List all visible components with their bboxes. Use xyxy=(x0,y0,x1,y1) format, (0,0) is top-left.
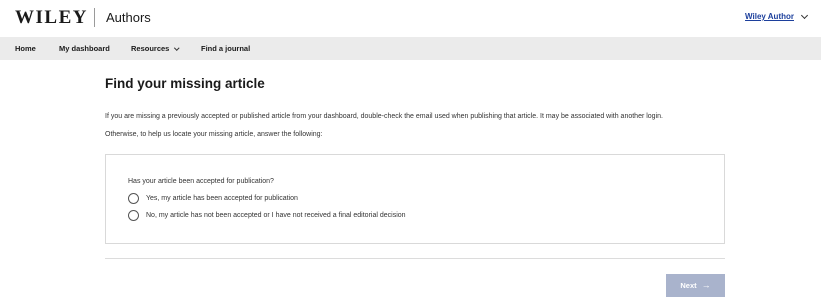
nav-item-my-dashboard[interactable]: My dashboard xyxy=(59,44,110,53)
question-label: Has your article been accepted for publi… xyxy=(128,178,274,185)
option-label[interactable]: No, my article has not been accepted or … xyxy=(146,212,406,219)
option-not-accepted[interactable]: No, my article has not been accepted or … xyxy=(128,210,406,221)
page-title: Find your missing article xyxy=(105,76,265,91)
next-button[interactable]: Next → xyxy=(666,274,725,297)
logo-divider xyxy=(94,8,95,27)
option-label[interactable]: Yes, my article has been accepted for pu… xyxy=(146,195,298,202)
user-menu[interactable]: Wiley Author xyxy=(745,11,809,21)
nav-item-resources[interactable]: Resources xyxy=(131,44,180,53)
wiley-logo[interactable]: WILEY xyxy=(15,7,88,29)
section-divider xyxy=(105,258,725,259)
nav-item-label: Home xyxy=(15,44,36,53)
chevron-down-icon xyxy=(174,45,180,50)
nav-item-label: Find a journal xyxy=(201,44,251,53)
radio-button-not-accepted[interactable] xyxy=(128,210,139,221)
nav-item-label: My dashboard xyxy=(59,44,110,53)
next-button-label: Next xyxy=(680,281,697,290)
nav-item-home[interactable]: Home xyxy=(15,44,36,53)
question-card: Has your article been accepted for publi… xyxy=(105,154,725,244)
nav-item-find-a-journal[interactable]: Find a journal xyxy=(201,44,250,53)
main-nav: Home My dashboard Resources Find a journ… xyxy=(0,37,821,60)
chevron-down-icon[interactable] xyxy=(800,11,809,19)
instruction-paragraph: Otherwise, to help us locate your missin… xyxy=(105,131,323,138)
arrow-right-icon: → xyxy=(701,280,711,290)
section-name: Authors xyxy=(106,10,151,25)
user-name-link[interactable]: Wiley Author xyxy=(745,12,794,21)
radio-button-accepted[interactable] xyxy=(128,193,139,204)
option-accepted[interactable]: Yes, my article has been accepted for pu… xyxy=(128,193,298,204)
nav-item-label: Resources xyxy=(131,44,170,53)
intro-paragraph: If you are missing a previously accepted… xyxy=(105,113,663,120)
site-header: WILEY Authors Wiley Author xyxy=(0,0,821,37)
